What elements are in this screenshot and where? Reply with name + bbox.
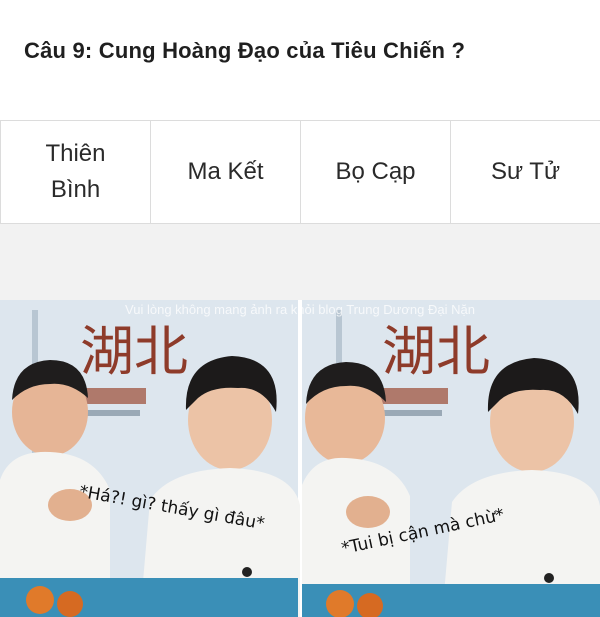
answer-option-4[interactable]: Sư Tử <box>450 121 600 223</box>
quiz-page: Câu 9: Cung Hoàng Đạo của Tiêu Chiến ? T… <box>0 0 600 617</box>
meme-illustration: 湖北 湖北 <box>0 300 600 617</box>
answer-option-1[interactable]: Thiên Bình <box>0 121 150 223</box>
question-title: Câu 9: Cung Hoàng Đạo của Tiêu Chiến ? <box>24 38 466 63</box>
meme-image: 湖北 湖北 Vui lòng không mang ảnh ra khỏi bl… <box>0 300 600 617</box>
poster-title-right: 湖北 <box>382 320 490 383</box>
spacer <box>0 224 600 300</box>
answer-option-3[interactable]: Bọ Cạp <box>300 121 450 223</box>
watermark-text: Vui lòng không mang ảnh ra khỏi blog Tru… <box>125 302 475 317</box>
answer-option-2[interactable]: Ma Kết <box>150 121 300 223</box>
poster-title-left: 湖北 <box>80 320 188 383</box>
answer-options: Thiên Bình Ma Kết Bọ Cạp Sư Tử <box>0 120 600 224</box>
